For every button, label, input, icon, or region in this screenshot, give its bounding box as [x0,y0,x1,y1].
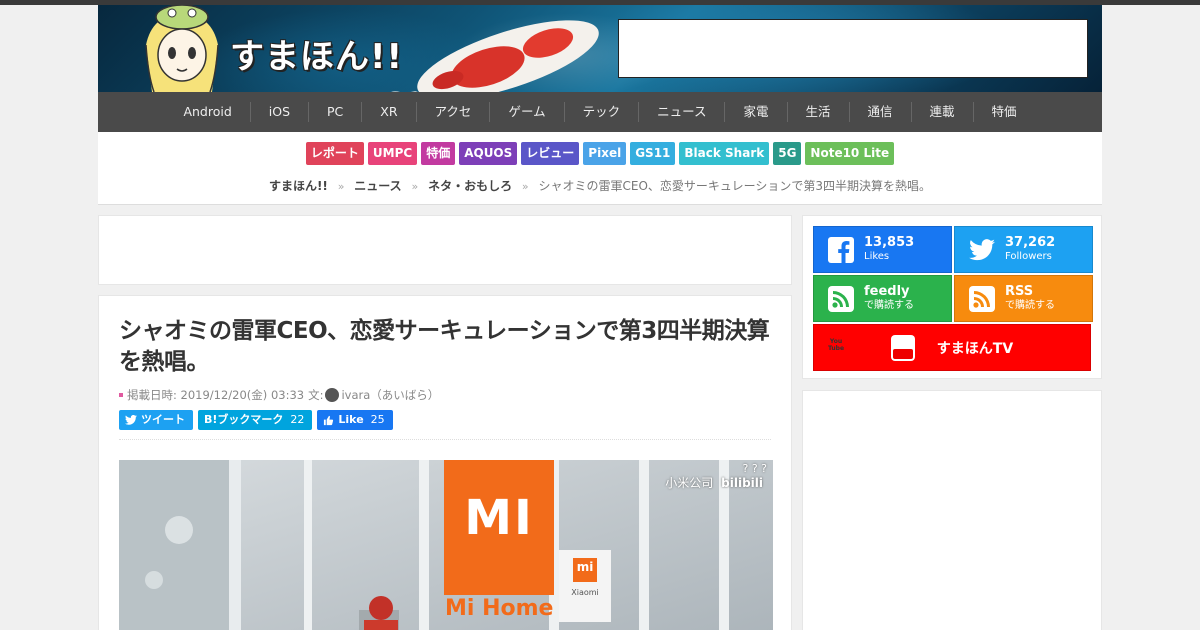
content-ad-slot[interactable] [98,215,792,285]
video-watermark: 小米公司 bilibili [665,474,763,491]
breadcrumb-separator: » [521,180,529,193]
watermark-site: bilibili [721,476,763,490]
mi-small-logo-text: mi [576,560,594,574]
tag-list: レポート UMPC 特価 AQUOS レビュー Pixel GS11 Black… [305,142,895,165]
site-header: すまほん!! [98,5,1102,92]
article-date: 掲載日時: 2019/12/20(金) 03:33 [127,388,305,402]
nav-item-life[interactable]: 生活 [786,102,849,122]
nav-item-deals[interactable]: 特価 [972,102,1035,122]
store-sign-text: MI [464,490,534,546]
hatena-bookmark-button[interactable]: B!ブックマーク 22 [198,410,313,430]
author-avatar [325,388,340,402]
feedly-title: feedly [864,283,910,299]
sidebar-ad-slot[interactable] [802,390,1102,630]
article-meta: 掲載日時: 2019/12/20(金) 03:33 文: ivara（あいばら） [119,387,771,403]
like-label: Like [338,413,364,426]
author-label: 文: [308,388,324,402]
facebook-like-button[interactable]: Like 25 [317,410,393,430]
nav-item-telecom[interactable]: 通信 [848,102,911,122]
nav-item-news[interactable]: ニュース [638,102,724,122]
article: シャオミの雷軍CEO、恋愛サーキュレーションで第3四半期決算を熱唱。 掲載日時:… [98,295,792,630]
breadcrumb-separator: » [411,180,419,193]
tweet-label: ツイート [141,413,185,426]
nav-item-accessory[interactable]: アクセ [415,102,490,122]
youtube-channel-label: すまほんTV [936,340,1014,357]
twitter-count: 37,262 [1005,234,1056,250]
breadcrumb-current: シャオミの雷軍CEO、恋愛サーキュレーションで第3四半期決算を熱唱。 [538,179,932,193]
facebook-icon [828,236,854,263]
tag-report[interactable]: レポート [305,142,364,165]
header-ad-slot[interactable] [618,19,1088,78]
tag-deals[interactable]: 特価 [421,142,456,165]
feedly-icon [828,285,854,312]
meta-bullet-icon [119,393,123,397]
breadcrumb-home[interactable]: すまほん!! [269,179,328,193]
breadcrumb-news[interactable]: ニュース [354,179,401,193]
breadcrumb-category[interactable]: ネタ・おもしろ [428,179,512,193]
tag-review[interactable]: レビュー [521,142,580,165]
feedly-subscribe-button[interactable]: feedly で購読する [813,275,952,322]
youtube-channel-button[interactable]: You Tube すまほんTV [813,324,1091,371]
mascot-character [145,5,219,92]
tag-gs11[interactable]: GS11 [630,142,676,165]
rss-subscribe-button[interactable]: RSS で購読する [954,275,1093,322]
breadcrumb: すまほん!! » ニュース » ネタ・おもしろ » シャオミの雷軍CEO、恋愛サ… [269,177,931,194]
rss-label: で購読する [1005,299,1055,311]
nav-item-android[interactable]: Android [165,102,249,122]
nav-item-appliance[interactable]: 家電 [724,102,786,122]
twitter-bird-icon [125,415,137,425]
koi-fish-illustration [391,20,599,92]
tag-black-shark[interactable]: Black Shark [679,142,770,165]
facebook-follow-button[interactable]: 13,853 Likes [813,226,952,273]
author-name[interactable]: ivara（あいばら） [341,387,439,403]
share-buttons: ツイート B!ブックマーク 22 Like 25 [119,410,771,440]
tag-5g[interactable]: 5G [773,142,802,165]
facebook-label: Likes [864,250,890,262]
main-nav: Android iOS PC XR アクセ ゲーム テック ニュース 家電 生活… [98,92,1102,132]
site-logo[interactable]: すまほん!! [230,29,403,78]
rss-icon [969,285,995,312]
nav-item-tech[interactable]: テック [563,102,639,122]
tag-pixel[interactable]: Pixel [583,142,627,165]
rss-title: RSS [1005,283,1034,299]
xiaomi-small-text: Xiaomi [571,588,599,597]
facebook-count: 13,853 [864,234,915,250]
hatena-count: 22 [290,413,305,426]
page-wrapper: すまほん!! Android iOS PC XR アクセ ゲーム テック ニュー… [98,5,1102,630]
breadcrumb-separator: » [337,180,345,193]
youtube-icon-text: You Tube [827,337,845,352]
like-count: 25 [370,413,385,426]
twitter-follow-button[interactable]: 37,262 Followers [954,226,1093,273]
nav-item-pc[interactable]: PC [308,102,361,122]
article-hero-photo[interactable]: MI Mi Home mi Xiaomi 小米公司 bilibili ? ? ? [119,460,773,630]
hatena-label: B!ブックマーク [204,413,284,426]
nav-item-ios[interactable]: iOS [249,102,308,122]
watermark-channel: 小米公司 [665,476,714,490]
twitter-label: Followers [1005,250,1052,262]
social-grid: 13,853 Likes 37,262 Followers feedly で購読… [813,226,1093,322]
watermark-corner: ? ? ? [742,462,767,475]
tag-umpc[interactable]: UMPC [367,142,418,165]
thumbs-up-icon [324,415,334,425]
article-title: シャオミの雷軍CEO、恋愛サーキュレーションで第3四半期決算を熱唱。 [119,318,770,375]
youtube-icon [890,334,915,361]
mi-home-text: Mi Home [445,596,554,621]
nav-item-game[interactable]: ゲーム [489,102,563,122]
tag-note10-lite[interactable]: Note10 Lite [805,142,895,165]
nav-item-xr[interactable]: XR [361,102,415,122]
social-follow-panel: 13,853 Likes 37,262 Followers feedly で購読… [802,215,1102,379]
tag-aquos[interactable]: AQUOS [459,142,518,165]
feedly-label: で購読する [864,299,914,311]
nav-item-series[interactable]: 連載 [910,102,973,122]
tag-panel: レポート UMPC 特価 AQUOS レビュー Pixel GS11 Black… [98,132,1102,205]
tweet-button[interactable]: ツイート [119,410,193,430]
twitter-icon [969,238,995,260]
